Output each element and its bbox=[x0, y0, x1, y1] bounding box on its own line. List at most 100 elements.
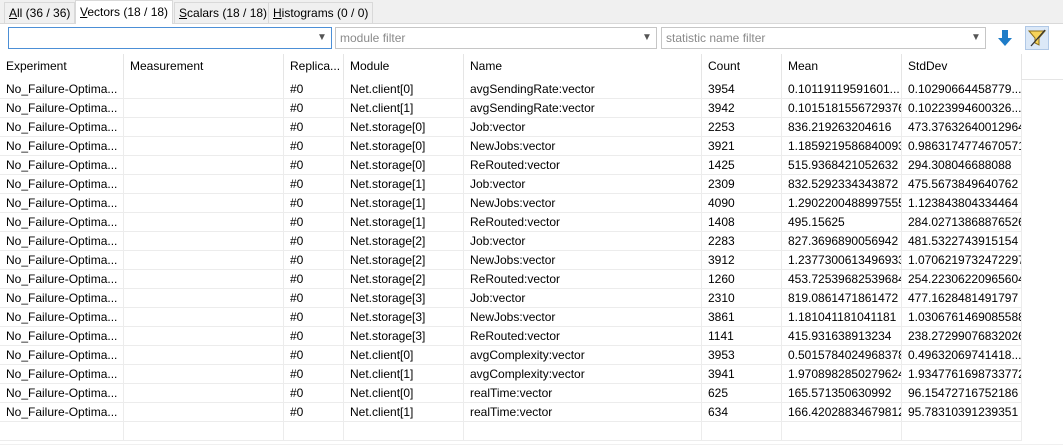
cell-measurement bbox=[124, 289, 284, 308]
cell-mean: 0.5015784024968378 bbox=[782, 346, 902, 365]
cell-count: 2310 bbox=[702, 289, 782, 308]
table-row[interactable]: No_Failure-Optima... #0 Net.storage[2] Job:… bbox=[0, 232, 1063, 251]
table-row[interactable]: No_Failure-Optima... #0 Net.storage[0] Job:… bbox=[0, 118, 1063, 137]
chevron-down-icon[interactable]: ▼ bbox=[970, 31, 982, 45]
table-row[interactable]: No_Failure-Optima... #0 Net.client[0] avgSe… bbox=[0, 80, 1063, 99]
header-col-module[interactable]: Module bbox=[344, 54, 464, 80]
header-col-name[interactable]: Name bbox=[464, 54, 702, 80]
run-filter-combo[interactable]: ▼ bbox=[8, 27, 332, 49]
cell-stddev: 473.37632640012964 bbox=[902, 118, 1022, 137]
module-filter-combo[interactable]: ▼ bbox=[335, 27, 657, 49]
cell-measurement bbox=[124, 384, 284, 403]
cell-stddev: 0.9863174774670571 bbox=[902, 137, 1022, 156]
cell-mean: 515.9368421052632 bbox=[782, 156, 902, 175]
cell-name: avgComplexity:vector bbox=[464, 346, 702, 365]
table-row[interactable]: No_Failure-Optima... #0 Net.storage[3] Job:… bbox=[0, 289, 1063, 308]
cell-mean: 0.1015181556729376 bbox=[782, 99, 902, 118]
empty-cell bbox=[464, 422, 702, 441]
cell-measurement bbox=[124, 232, 284, 251]
cell-experiment: No_Failure-Optima... bbox=[0, 175, 124, 194]
cell-module: Net.storage[3] bbox=[344, 327, 464, 346]
chevron-down-icon[interactable]: ▼ bbox=[641, 31, 653, 45]
statistic-filter-combo[interactable]: ▼ bbox=[661, 27, 986, 49]
cell-mean: 836.219263204616 bbox=[782, 118, 902, 137]
cell-mean: 0.10119119591601... bbox=[782, 80, 902, 99]
chevron-down-icon[interactable]: ▼ bbox=[316, 31, 328, 45]
cell-name: NewJobs:vector bbox=[464, 137, 702, 156]
table-row[interactable]: No_Failure-Optima... #0 Net.storage[3] ReRo… bbox=[0, 327, 1063, 346]
filter-row: ▼ ▼ ▼ bbox=[0, 24, 1063, 54]
cell-count: 634 bbox=[702, 403, 782, 422]
tab-all[interactable]: All (36 / 36) bbox=[4, 2, 76, 23]
cell-measurement bbox=[124, 137, 284, 156]
cell-experiment: No_Failure-Optima... bbox=[0, 403, 124, 422]
module-filter-input[interactable] bbox=[336, 28, 638, 48]
table-row[interactable]: No_Failure-Optima... #0 Net.storage[2] NewJ… bbox=[0, 251, 1063, 270]
cell-module: Net.storage[1] bbox=[344, 175, 464, 194]
table-row[interactable]: No_Failure-Optima... #0 Net.storage[1] NewJ… bbox=[0, 194, 1063, 213]
table-row[interactable]: No_Failure-Optima... #0 Net.storage[3] NewJ… bbox=[0, 308, 1063, 327]
cell-count: 3942 bbox=[702, 99, 782, 118]
cell-module: Net.storage[2] bbox=[344, 270, 464, 289]
cell-mean: 1.181041181041181 bbox=[782, 308, 902, 327]
table-row[interactable]: No_Failure-Optima... #0 Net.storage[0] NewJ… bbox=[0, 137, 1063, 156]
cell-mean: 453.72539682539684 bbox=[782, 270, 902, 289]
cell-name: Job:vector bbox=[464, 232, 702, 251]
cell-measurement bbox=[124, 194, 284, 213]
cell-count: 3921 bbox=[702, 137, 782, 156]
table-row[interactable]: No_Failure-Optima... #0 Net.client[0] avgCo… bbox=[0, 346, 1063, 365]
table-row[interactable]: No_Failure-Optima... #0 Net.storage[0] ReRo… bbox=[0, 156, 1063, 175]
cell-measurement bbox=[124, 175, 284, 194]
cell-replication: #0 bbox=[284, 308, 344, 327]
cell-count: 2253 bbox=[702, 118, 782, 137]
cell-mean: 495.15625 bbox=[782, 213, 902, 232]
cell-stddev: 477.1628481491797 bbox=[902, 289, 1022, 308]
cell-name: ReRouted:vector bbox=[464, 270, 702, 289]
statistic-filter-input[interactable] bbox=[662, 28, 967, 48]
table-row[interactable]: No_Failure-Optima... #0 Net.storage[1] ReRo… bbox=[0, 213, 1063, 232]
empty-row bbox=[0, 422, 1063, 441]
cell-experiment: No_Failure-Optima... bbox=[0, 270, 124, 289]
header-col-experiment[interactable]: Experiment bbox=[0, 54, 124, 80]
cell-module: Net.client[0] bbox=[344, 80, 464, 99]
cell-measurement bbox=[124, 308, 284, 327]
table-row[interactable]: No_Failure-Optima... #0 Net.client[0] realT… bbox=[0, 384, 1063, 403]
cell-mean: 1.1859219586840093 bbox=[782, 137, 902, 156]
cell-measurement bbox=[124, 327, 284, 346]
cell-name: ReRouted:vector bbox=[464, 156, 702, 175]
table-row[interactable]: No_Failure-Optima... #0 Net.storage[2] ReRo… bbox=[0, 270, 1063, 289]
cell-name: avgSendingRate:vector bbox=[464, 80, 702, 99]
cell-name: ReRouted:vector bbox=[464, 213, 702, 232]
empty-cell bbox=[284, 422, 344, 441]
cell-experiment: No_Failure-Optima... bbox=[0, 308, 124, 327]
table-row[interactable]: No_Failure-Optima... #0 Net.client[1] avgCo… bbox=[0, 365, 1063, 384]
header-col-stddev[interactable]: StdDev bbox=[902, 54, 1022, 80]
run-filter-input[interactable] bbox=[9, 28, 313, 48]
cell-stddev: 95.78310391239351 bbox=[902, 403, 1022, 422]
tab-scalars[interactable]: Scalars (18 / 18) bbox=[174, 2, 273, 23]
table-row[interactable]: No_Failure-Optima... #0 Net.client[1] avgSe… bbox=[0, 99, 1063, 118]
cell-mean: 1.9708982850279624 bbox=[782, 365, 902, 384]
cell-replication: #0 bbox=[284, 137, 344, 156]
cell-experiment: No_Failure-Optima... bbox=[0, 365, 124, 384]
cell-count: 2309 bbox=[702, 175, 782, 194]
cell-experiment: No_Failure-Optima... bbox=[0, 213, 124, 232]
cell-name: Job:vector bbox=[464, 175, 702, 194]
sort-button[interactable] bbox=[993, 26, 1017, 50]
tab-histograms[interactable]: Histograms (0 / 0) bbox=[268, 2, 374, 23]
header-col-count[interactable]: Count bbox=[702, 54, 782, 80]
table-row[interactable]: No_Failure-Optima... #0 Net.storage[1] Job:… bbox=[0, 175, 1063, 194]
cell-module: Net.storage[0] bbox=[344, 156, 464, 175]
cell-module: Net.client[1] bbox=[344, 403, 464, 422]
header-col-replication[interactable]: Replica... bbox=[284, 54, 344, 80]
filter-toggle-button[interactable] bbox=[1025, 26, 1049, 50]
vectors-table: Experiment Measurement Replica... Module Nam… bbox=[0, 54, 1063, 445]
cell-module: Net.client[1] bbox=[344, 99, 464, 118]
header-col-mean[interactable]: Mean bbox=[782, 54, 902, 80]
cell-module: Net.storage[3] bbox=[344, 308, 464, 327]
tab-vectors[interactable]: Vectors (18 / 18) bbox=[75, 0, 174, 24]
table-row[interactable]: No_Failure-Optima... #0 Net.client[1] realT… bbox=[0, 403, 1063, 422]
cell-measurement bbox=[124, 270, 284, 289]
cell-module: Net.storage[2] bbox=[344, 251, 464, 270]
header-col-measurement[interactable]: Measurement bbox=[124, 54, 284, 80]
